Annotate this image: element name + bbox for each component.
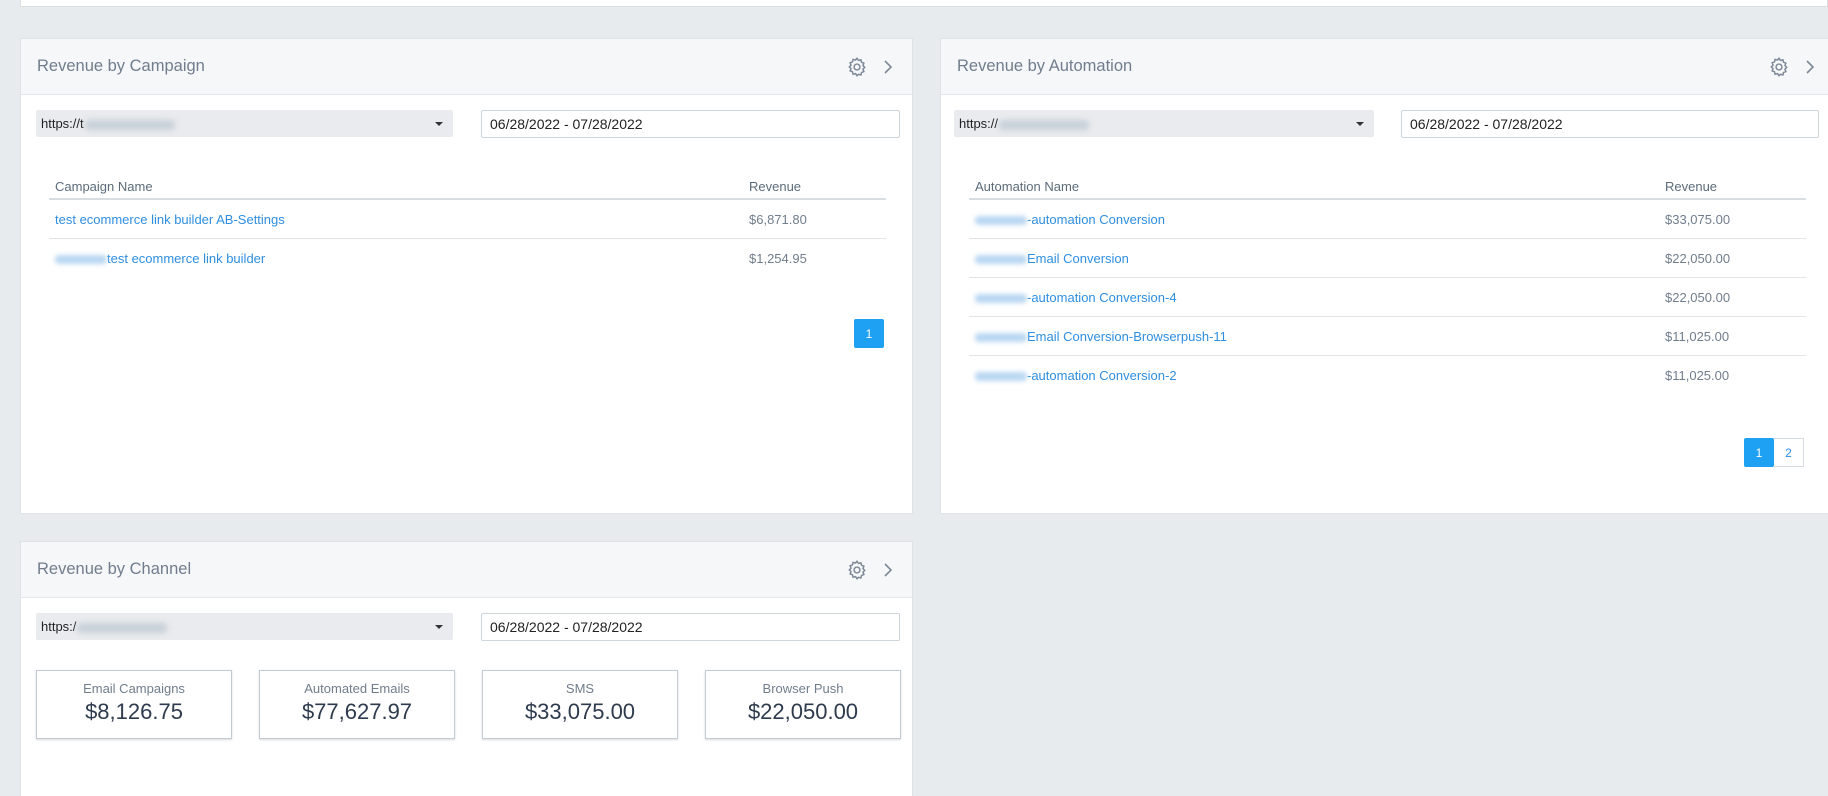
pagination: 1 xyxy=(854,319,884,348)
automation-link[interactable]: Email Conversion-Browserpush-11 xyxy=(975,329,1227,344)
table-row: Email Conversion-Browserpush-11 $11,025.… xyxy=(969,317,1806,356)
website-select[interactable]: https:// xyxy=(954,110,1374,137)
revenue-value: $22,050.00 xyxy=(1665,290,1731,305)
chevron-down-icon xyxy=(435,625,443,629)
stat-card-sms: SMS $33,075.00 xyxy=(482,670,678,739)
stat-label: Automated Emails xyxy=(304,681,410,696)
page-button-2[interactable]: 2 xyxy=(1774,438,1804,467)
table-row: test ecommerce link builder AB-Settings … xyxy=(49,200,886,239)
gear-icon[interactable] xyxy=(846,559,868,581)
column-header-name[interactable]: Campaign Name xyxy=(55,179,153,194)
card-title: Revenue by Channel xyxy=(37,560,192,578)
card-header: Revenue by Channel xyxy=(21,542,912,598)
chevron-right-icon[interactable] xyxy=(882,561,894,579)
automation-link[interactable]: -automation Conversion-4 xyxy=(975,290,1177,305)
table-header: Automation Name Revenue xyxy=(969,170,1806,200)
stat-value: $8,126.75 xyxy=(85,699,183,724)
chevron-down-icon xyxy=(435,122,443,126)
gear-icon[interactable] xyxy=(846,56,868,78)
gear-icon[interactable] xyxy=(1768,56,1790,78)
website-select-value: https:/ xyxy=(41,619,77,634)
automation-link[interactable]: -automation Conversion-2 xyxy=(975,368,1177,383)
card-header: Revenue by Campaign xyxy=(21,39,912,95)
stat-value: $22,050.00 xyxy=(747,699,859,724)
date-range-input[interactable]: 06/28/2022 - 07/28/2022 xyxy=(481,110,900,138)
revenue-value: $6,871.80 xyxy=(749,212,807,227)
chevron-right-icon[interactable] xyxy=(882,58,894,76)
stat-card-automated-emails: Automated Emails $77,627.97 xyxy=(259,670,455,739)
revenue-by-campaign-card: Revenue by Campaign https://t 06/28/2022… xyxy=(20,38,913,514)
stat-value: $33,075.00 xyxy=(524,699,636,724)
revenue-value: $33,075.00 xyxy=(1665,212,1731,227)
card-title: Revenue by Campaign xyxy=(37,57,205,75)
revenue-value: $1,254.95 xyxy=(749,251,807,266)
campaign-link[interactable]: test ecommerce link builder AB-Settings xyxy=(55,212,285,227)
table-row: -automation Conversion $33,075.00 xyxy=(969,200,1806,239)
stat-card-browser-push: Browser Push $22,050.00 xyxy=(705,670,901,739)
table-row: Email Conversion $22,050.00 xyxy=(969,239,1806,278)
revenue-value: $11,025.00 xyxy=(1665,329,1730,344)
automation-link[interactable]: Email Conversion xyxy=(975,251,1129,266)
website-select-value: https:// xyxy=(959,116,999,131)
table-row: -automation Conversion-2 $11,025.00 xyxy=(969,356,1806,395)
stat-label: SMS xyxy=(565,681,595,696)
top-panel-edge xyxy=(20,0,1828,7)
card-title: Revenue by Automation xyxy=(957,57,1133,75)
website-select[interactable]: https://t xyxy=(36,110,453,137)
stat-value: $77,627.97 xyxy=(301,699,413,724)
stat-label: Browser Push xyxy=(762,681,844,696)
revenue-by-channel-card: Revenue by Channel https:/ 06/28/2022 - … xyxy=(20,541,913,796)
column-header-name[interactable]: Automation Name xyxy=(975,179,1079,194)
card-header: Revenue by Automation xyxy=(941,39,1828,95)
column-header-revenue[interactable]: Revenue xyxy=(1665,179,1717,194)
chevron-right-icon[interactable] xyxy=(1804,58,1816,76)
revenue-value: $22,050.00 xyxy=(1665,251,1731,266)
automation-table: Automation Name Revenue -automation Conv… xyxy=(969,170,1806,395)
chevron-down-icon xyxy=(1356,122,1364,126)
campaign-link[interactable]: test ecommerce link builder xyxy=(55,251,265,266)
column-header-revenue[interactable]: Revenue xyxy=(749,179,801,194)
revenue-value: $11,025.00 xyxy=(1665,368,1730,383)
website-select-value: https://t xyxy=(41,116,84,131)
pagination: 1 2 xyxy=(1744,438,1804,467)
date-range-input[interactable]: 06/28/2022 - 07/28/2022 xyxy=(1401,110,1819,138)
website-select[interactable]: https:/ xyxy=(36,613,453,640)
date-range-input[interactable]: 06/28/2022 - 07/28/2022 xyxy=(481,613,900,641)
table-row: test ecommerce link builder $1,254.95 xyxy=(49,239,886,278)
table-header: Campaign Name Revenue xyxy=(49,170,886,200)
automation-link[interactable]: -automation Conversion xyxy=(975,212,1165,227)
stat-label: Email Campaigns xyxy=(83,681,185,696)
page-button-1[interactable]: 1 xyxy=(854,319,884,348)
campaign-table: Campaign Name Revenue test ecommerce lin… xyxy=(49,170,886,278)
page-button-1[interactable]: 1 xyxy=(1744,438,1774,467)
revenue-by-automation-card: Revenue by Automation https:// 06/28/202… xyxy=(940,38,1828,514)
stat-card-email-campaigns: Email Campaigns $8,126.75 xyxy=(36,670,232,739)
table-row: -automation Conversion-4 $22,050.00 xyxy=(969,278,1806,317)
